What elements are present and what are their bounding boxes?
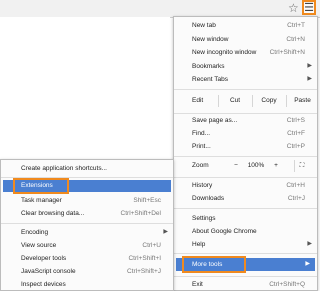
menu-item-label: Settings (192, 215, 216, 222)
menu-item-label: About Google Chrome (192, 228, 257, 235)
menu-item-exit[interactable]: Exit Ctrl+Shift+Q (174, 279, 317, 290)
menu-item-save-page[interactable]: Save page as... Ctrl+S (174, 115, 317, 126)
shortcut-label: Ctrl+F (287, 130, 305, 137)
menu-item-downloads[interactable]: Downloads Ctrl+J (174, 193, 317, 204)
menu-separator (174, 253, 317, 254)
edit-row: Edit Cut Copy Paste (174, 95, 317, 107)
menu-item-label: Save page as... (192, 117, 238, 124)
hamburger-menu-icon: ☰ (304, 2, 314, 14)
menu-item-bookmarks[interactable]: Bookmarks ▶ (174, 61, 317, 72)
menu-item-new-tab[interactable]: New tab Ctrl+T (174, 20, 317, 31)
menu-separator (174, 276, 317, 277)
fullscreen-icon[interactable]: ⛶ (294, 160, 309, 172)
zoom-out-button[interactable]: − (230, 160, 242, 172)
zoom-row: Zoom − 100% + ⛶ (174, 160, 317, 172)
zoom-level: 100% (247, 162, 265, 169)
submenu-arrow-icon: ▶ (307, 63, 312, 69)
shortcut-label: Ctrl+T (287, 22, 305, 29)
menu-item-label: Find... (192, 130, 211, 137)
shortcut-label: Ctrl+J (287, 195, 305, 202)
menu-item-label: History (192, 182, 213, 189)
more-tools-submenu: Create application shortcuts... Extensio… (0, 159, 174, 291)
shortcut-label: Ctrl+Shift+J (127, 268, 161, 275)
paste-button[interactable]: Paste (286, 95, 318, 107)
menu-item-print[interactable]: Print... Ctrl+P (174, 141, 317, 152)
shortcut-label: Ctrl+Shift+Q (269, 281, 305, 288)
menu-item-history[interactable]: History Ctrl+H (174, 180, 317, 191)
menu-item-label: Create application shortcuts... (21, 165, 107, 172)
menu-separator (174, 156, 317, 157)
shortcut-label: Ctrl+Shift+N (269, 49, 305, 56)
submenu-arrow-icon: ▶ (163, 229, 168, 235)
menu-item-label: View source (21, 242, 57, 249)
menu-item-view-source[interactable]: View source Ctrl+U (1, 240, 173, 251)
menu-item-label: Task manager (21, 197, 62, 204)
menu-item-label: Extensions (21, 182, 53, 189)
cut-button[interactable]: Cut (218, 95, 251, 107)
menu-item-label: Recent Tabs (192, 76, 229, 83)
shortcut-label: Ctrl+Shift+I (128, 255, 161, 262)
menu-item-label: Print... (192, 143, 211, 150)
menu-item-find[interactable]: Find... Ctrl+F (174, 128, 317, 139)
menu-separator (174, 208, 317, 209)
submenu-arrow-icon: ▶ (307, 241, 312, 247)
menu-item-label: Bookmarks (192, 63, 225, 70)
menu-item-encoding[interactable]: Encoding ▶ (1, 227, 173, 238)
menu-item-extensions[interactable]: Extensions (3, 178, 171, 194)
menu-item-js-console[interactable]: JavaScript console Ctrl+Shift+J (1, 266, 173, 277)
zoom-label: Zoom (192, 162, 209, 169)
menu-item-more-tools[interactable]: More tools ▶ (176, 256, 315, 273)
shortcut-label: Ctrl+N (286, 36, 305, 43)
menu-separator (174, 113, 317, 114)
menu-item-label: New window (192, 36, 229, 43)
chrome-menu-button[interactable]: ☰ (302, 0, 316, 15)
menu-item-label: Developer tools (21, 255, 67, 262)
menu-item-settings[interactable]: Settings (174, 213, 317, 224)
copy-button[interactable]: Copy (252, 95, 285, 107)
menu-separator (1, 223, 173, 224)
menu-item-new-window[interactable]: New window Ctrl+N (174, 34, 317, 45)
menu-separator (174, 89, 317, 90)
menu-item-label: Encoding (21, 229, 49, 236)
shortcut-label: Ctrl+P (286, 143, 305, 150)
shortcut-label: Ctrl+U (142, 242, 161, 249)
menu-item-about[interactable]: About Google Chrome (174, 226, 317, 237)
menu-separator (174, 177, 317, 178)
shortcut-label: Ctrl+H (286, 182, 305, 189)
submenu-arrow-icon: ▶ (307, 76, 312, 82)
menu-item-inspect-devices[interactable]: Inspect devices (1, 279, 173, 290)
shortcut-label: Shift+Esc (133, 197, 161, 204)
shortcut-label: Ctrl+Shift+Del (120, 210, 161, 217)
star-icon[interactable]: ☆ (288, 1, 299, 15)
menu-item-label: Exit (192, 281, 203, 288)
menu-item-label: Downloads (192, 195, 225, 202)
menu-item-label: New incognito window (192, 49, 257, 56)
menu-item-developer-tools[interactable]: Developer tools Ctrl+Shift+I (1, 253, 173, 264)
menu-item-help[interactable]: Help ▶ (174, 239, 317, 250)
zoom-in-button[interactable]: + (270, 160, 282, 172)
edit-label: Edit (192, 97, 204, 104)
menu-item-label: JavaScript console (21, 268, 76, 275)
menu-item-task-manager[interactable]: Task manager Shift+Esc (1, 195, 173, 206)
chrome-main-menu: New tab Ctrl+T New window Ctrl+N New inc… (173, 16, 318, 291)
menu-separator (1, 177, 173, 178)
menu-item-label: Inspect devices (21, 281, 66, 288)
menu-item-clear-browsing[interactable]: Clear browsing data... Ctrl+Shift+Del (1, 208, 173, 219)
menu-item-label: New tab (192, 22, 216, 29)
shortcut-label: Ctrl+S (286, 117, 305, 124)
menu-item-label: Clear browsing data... (21, 210, 85, 217)
menu-item-create-shortcuts[interactable]: Create application shortcuts... (1, 163, 173, 174)
submenu-arrow-icon: ▶ (305, 261, 310, 267)
menu-item-new-incognito[interactable]: New incognito window Ctrl+Shift+N (174, 47, 317, 58)
menu-item-label: Help (192, 241, 206, 248)
menu-item-label: More tools (192, 261, 223, 268)
menu-item-recent-tabs[interactable]: Recent Tabs ▶ (174, 74, 317, 85)
